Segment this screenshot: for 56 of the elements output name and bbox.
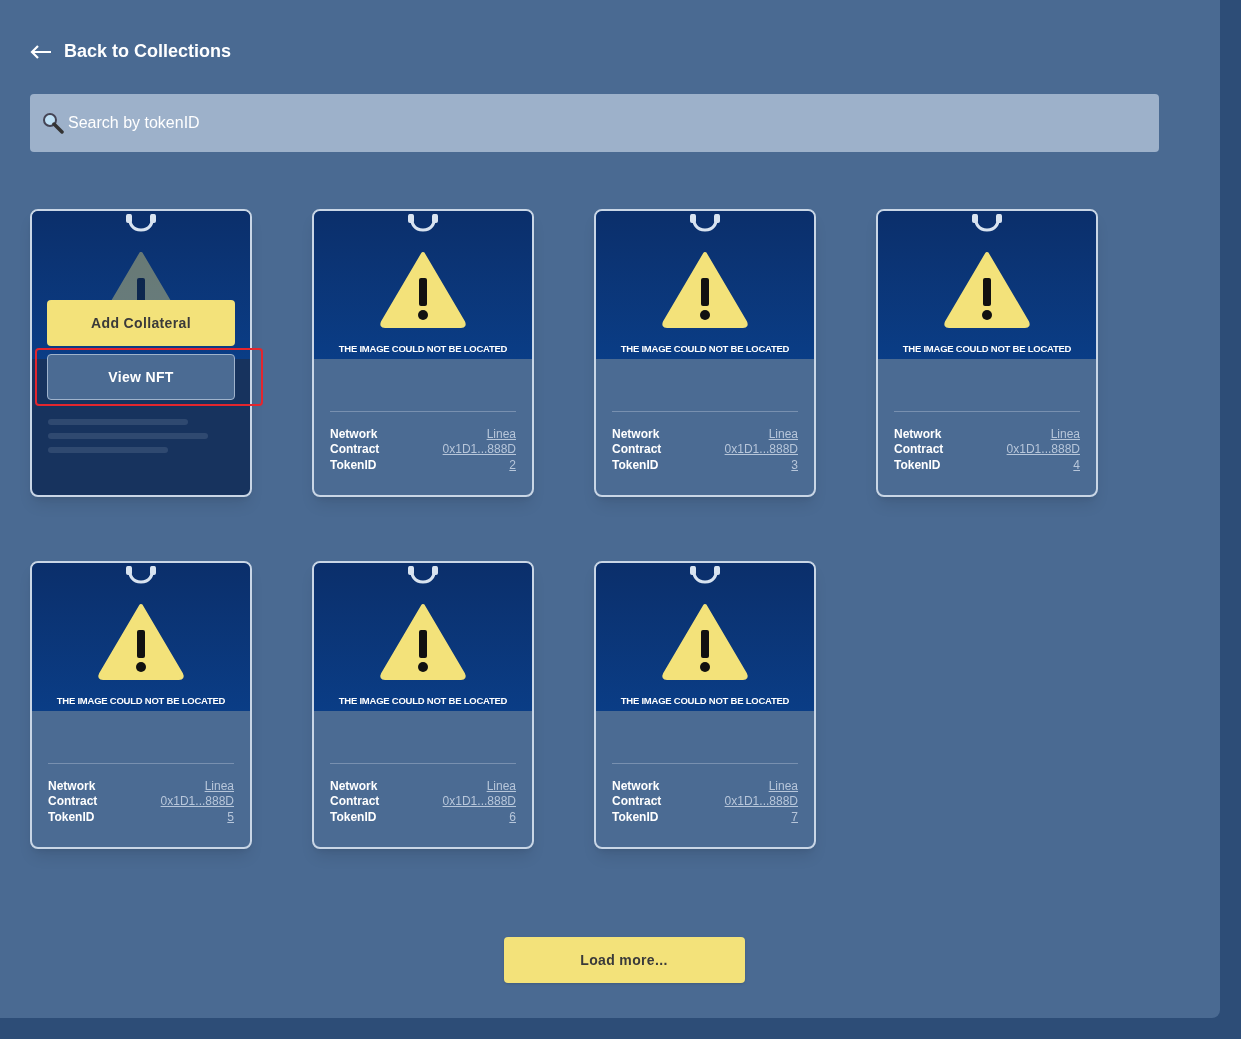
headset-icon: [970, 212, 1004, 234]
detail-label: Contract: [48, 793, 98, 811]
detail-label: TokenID: [612, 456, 659, 474]
detail-link[interactable]: Linea: [768, 424, 798, 443]
back-link[interactable]: Back to Collections: [30, 38, 232, 65]
nft-card[interactable]: THE IMAGE COULD NOT BE LOCATED Network Linea Contract 0x1D1...888D TokenID 5: [30, 561, 252, 849]
image-caption: THE IMAGE COULD NOT BE LOCATED: [620, 694, 790, 708]
headset-icon: [124, 564, 158, 586]
warning-icon: [379, 250, 467, 328]
detail-label: TokenID: [330, 456, 377, 474]
detail-link[interactable]: Linea: [486, 424, 516, 443]
headset-icon: [688, 564, 722, 586]
warning-icon: [661, 602, 749, 680]
image-caption: THE IMAGE COULD NOT BE LOCATED: [902, 342, 1072, 356]
nft-card[interactable]: THE IMAGE COULD NOT BE LOCATED Network Linea Contract 0x1D1...888D TokenID 7: [594, 561, 816, 849]
detail-label: Network: [48, 777, 96, 795]
view-nft-button[interactable]: View NFT: [47, 354, 235, 400]
search-icon: [42, 112, 64, 134]
detail-label: Contract: [612, 793, 662, 811]
detail-label: TokenID: [330, 808, 377, 826]
detail-label: TokenID: [612, 808, 659, 826]
detail-label: Network: [894, 425, 942, 443]
image-caption: THE IMAGE COULD NOT BE LOCATED: [620, 342, 790, 356]
headset-icon: [406, 212, 440, 234]
detail-label: Network: [330, 777, 378, 795]
image-caption: THE IMAGE COULD NOT BE LOCATED: [338, 342, 508, 356]
image-caption: THE IMAGE COULD NOT BE LOCATED: [338, 694, 508, 708]
warning-icon: [379, 602, 467, 680]
detail-label: Contract: [612, 441, 662, 459]
detail-label: Contract: [330, 441, 380, 459]
detail-link[interactable]: Linea: [204, 776, 234, 795]
detail-label: TokenID: [894, 456, 941, 474]
nft-card[interactable]: THE IMAGE COULD NOT BE LOCATED Network Linea Contract 0x1D1...888D TokenID 4: [876, 209, 1098, 497]
load-more-button[interactable]: Load more...: [503, 937, 745, 983]
warning-icon: [661, 250, 749, 328]
detail-link[interactable]: Linea: [1050, 424, 1080, 443]
headset-icon: [688, 212, 722, 234]
headset-icon: [124, 212, 158, 234]
warning-icon: [97, 602, 185, 680]
add-collateral-button[interactable]: Add Collateral: [47, 300, 235, 346]
detail-label: TokenID: [48, 808, 95, 826]
nft-card[interactable]: THE IMAGE COULD NOT BE LOCATED Network Linea Contract 0x1D1...888D TokenID 6: [312, 561, 534, 849]
detail-link[interactable]: Linea: [486, 776, 516, 795]
search-field[interactable]: Search by tokenID: [30, 94, 1159, 152]
nft-card[interactable]: THE IMAGE COULD NOT BE LOCATED Network Linea Contract 0x1D1...888D TokenID 3: [594, 209, 816, 497]
detail-label: Network: [330, 425, 378, 443]
back-arrow-icon: [30, 44, 52, 59]
detail-label: Contract: [894, 441, 944, 459]
warning-icon: [943, 250, 1031, 328]
nft-card[interactable]: THE IMAGE COULD NOT BE LOCATED Network Linea Contract 0x1D1...888D TokenID 2: [312, 209, 534, 497]
detail-label: Network: [612, 425, 660, 443]
image-caption: THE IMAGE COULD NOT BE LOCATED: [56, 694, 226, 708]
detail-label: Contract: [330, 793, 380, 811]
headset-icon: [406, 564, 440, 586]
detail-label: Network: [612, 777, 660, 795]
detail-link[interactable]: Linea: [768, 776, 798, 795]
